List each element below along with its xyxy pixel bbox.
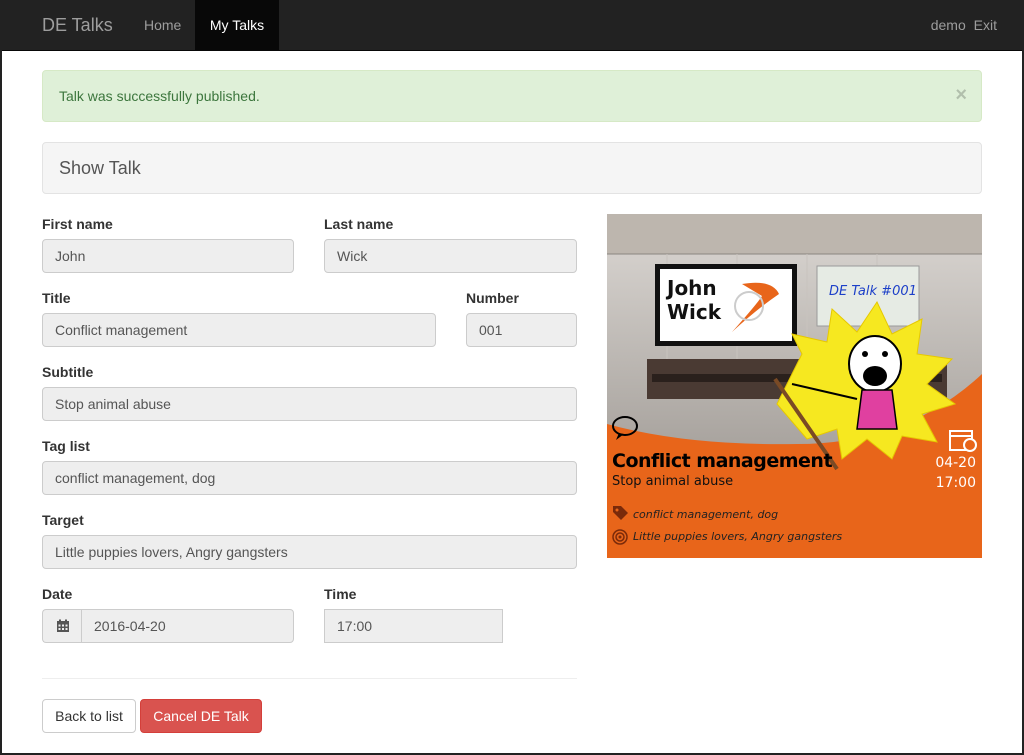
success-alert: Talk was successfully published. × <box>42 70 982 122</box>
nav-home-link[interactable]: Home <box>129 0 196 50</box>
username-link[interactable]: demo <box>931 17 966 33</box>
cancel-talk-button[interactable]: Cancel DE Talk <box>140 699 262 733</box>
exit-link[interactable]: Exit <box>974 17 997 33</box>
first-name-label: First name <box>42 216 113 232</box>
back-to-list-button[interactable]: Back to list <box>42 699 136 733</box>
nav-my-talks-link[interactable]: My Talks <box>195 0 279 50</box>
title-field[interactable]: Conflict management <box>42 313 436 347</box>
number-field[interactable]: 001 <box>466 313 577 347</box>
page-title: Show Talk <box>42 142 982 194</box>
date-field[interactable]: 2016-04-20 <box>81 609 294 643</box>
time-field[interactable]: 17:00 <box>324 609 503 643</box>
number-label: Number <box>466 290 519 306</box>
brand-logo[interactable]: DE Talks <box>42 0 113 50</box>
tag-list-label: Tag list <box>42 438 90 454</box>
poster-subtitle: Stop animal abuse <box>612 474 734 489</box>
poster-date: 04-20 <box>935 455 976 471</box>
target-field[interactable]: Little puppies lovers, Angry gangsters <box>42 535 577 569</box>
first-name-field[interactable]: John <box>42 239 294 273</box>
title-label: Title <box>42 290 71 306</box>
top-navbar: DE Talks Home My Talks demo Exit <box>0 0 1024 51</box>
poster-artwork <box>607 214 982 558</box>
talk-poster-image: John Wick DE Talk #001 Conflict manageme… <box>607 214 982 558</box>
target-label: Target <box>42 512 84 528</box>
poster-time: 17:00 <box>935 475 976 491</box>
time-label: Time <box>324 586 357 602</box>
poster-tags: conflict management, dog <box>633 508 779 521</box>
form-divider <box>42 678 577 679</box>
tag-list-field[interactable]: conflict management, dog <box>42 461 577 495</box>
poster-title: Conflict management <box>612 450 833 472</box>
poster-board-text: DE Talk #001 <box>829 284 917 299</box>
last-name-label: Last name <box>324 216 394 232</box>
alert-close-button[interactable]: × <box>955 71 967 119</box>
alert-message: Talk was successfully published. <box>59 88 260 104</box>
subtitle-field[interactable]: Stop animal abuse <box>42 387 577 421</box>
calendar-addon[interactable] <box>42 609 82 643</box>
date-label: Date <box>42 586 73 602</box>
poster-target: Little puppies lovers, Angry gangsters <box>633 530 843 543</box>
user-menu: demo Exit <box>927 0 997 50</box>
subtitle-label: Subtitle <box>42 364 94 380</box>
poster-screen-name: John Wick <box>667 276 722 324</box>
last-name-field[interactable]: Wick <box>324 239 577 273</box>
calendar-icon <box>56 619 69 632</box>
